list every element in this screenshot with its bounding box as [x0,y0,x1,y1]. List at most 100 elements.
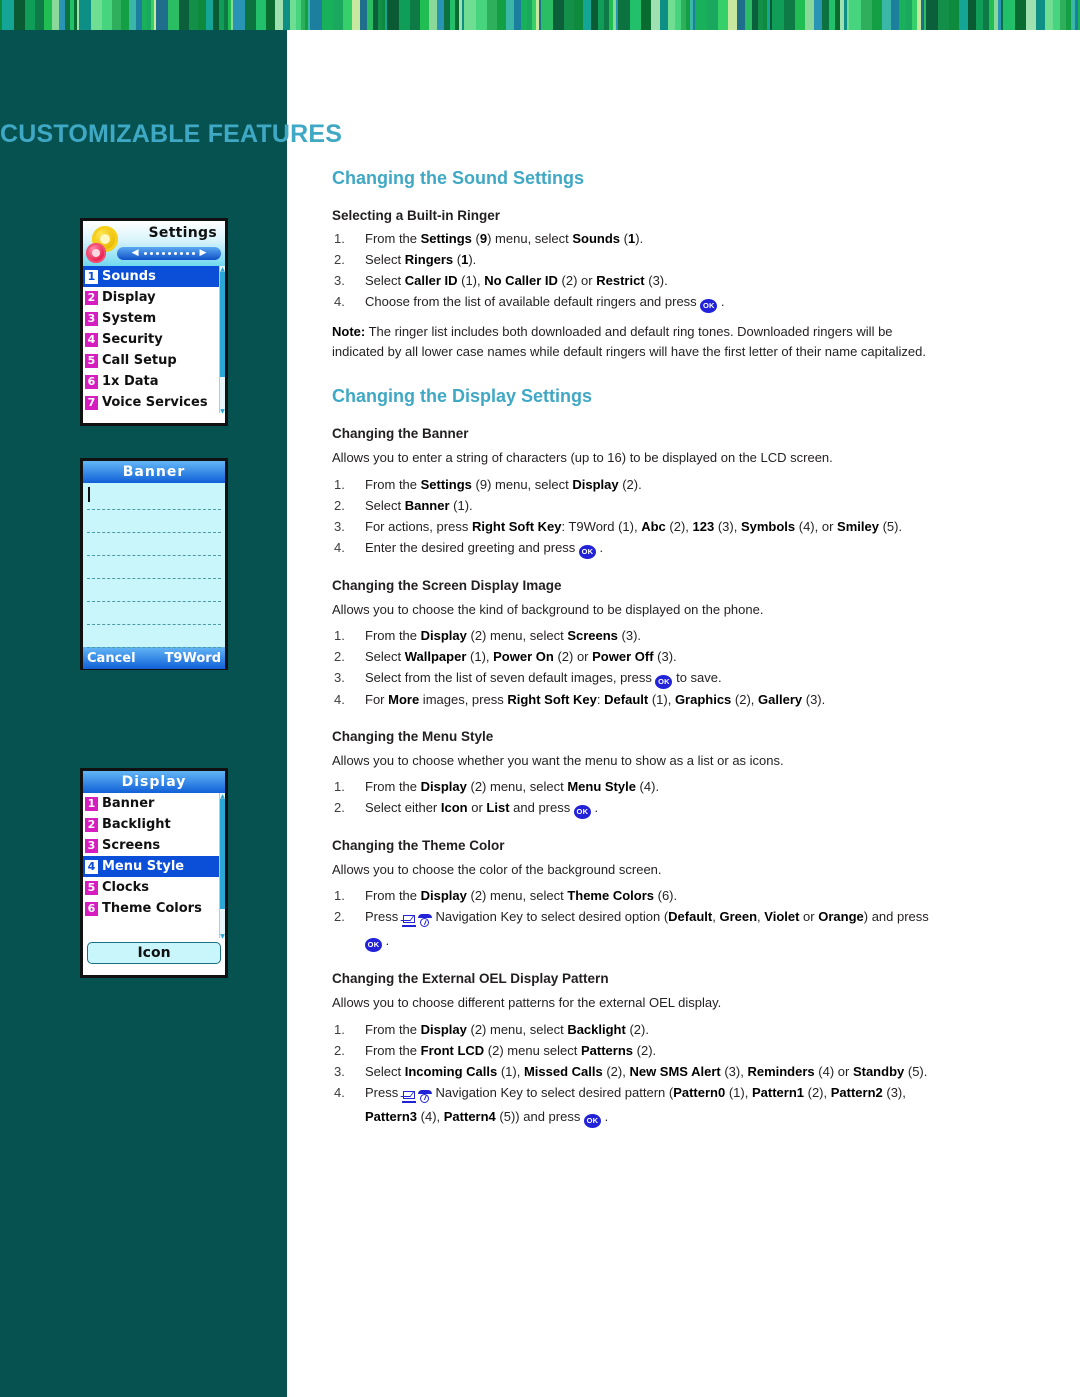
menu-item-1x-data[interactable]: 6 1x Data [83,371,225,392]
menu-item-screens[interactable]: 3 Screens [83,835,225,856]
settings-menu-list: 1 Sounds 2 Display 3 System 4 Security 5 Call Set… [83,266,225,415]
step-item: 1. From the Display (2) menu, select Menu… [332,776,932,797]
scrollbar[interactable]: ▲ ▼ [219,793,225,940]
step-item: 3. Select from the list of seven default … [332,667,932,689]
step-text: For actions, press Right Soft Key: T9Wor… [365,518,903,534]
step-item: 4. For More images, press Right Soft Key:… [332,689,932,710]
step-number: 2. [334,800,345,816]
stripe [44,0,52,30]
left-softkey-cancel[interactable]: Cancel [87,651,136,666]
step-text: From the Settings (9) menu, select Sound… [365,231,644,246]
step-number: 1. [334,888,345,904]
step-item: 1. From the Settings (9) menu, select Dis… [332,474,932,495]
right-softkey-t9word[interactable]: T9Word [165,651,221,666]
step-text: From the Display (2) menu, select Theme … [365,888,678,904]
step-item: 4. Press Navigation Key to select desired… [332,1082,932,1128]
step-text: From the Settings (9) menu, select Displ… [365,476,642,492]
stripe [35,0,44,30]
menu-item-number: 1 [85,796,98,811]
menu-item-backlight[interactable]: 2 Backlight [83,814,225,835]
menu-item-security[interactable]: 4 Security [83,329,225,350]
stripe [245,0,256,30]
stripe [102,0,112,30]
step-item: 1. From the Settings (9) menu, select Sou… [332,228,932,249]
menu-item-number: 4 [85,859,98,874]
chevron-right-icon: ▶ [199,248,207,258]
step-item: 2. Select Banner (1). [332,495,932,516]
stripe [553,0,564,30]
step-number: 2. [334,648,345,664]
stripe [189,0,198,30]
menu-item-number: 1 [85,269,98,284]
stripe [275,0,283,30]
stripe [805,0,814,30]
menu-item-number: 5 [85,880,98,895]
softkey-icon-button[interactable]: Icon [87,942,221,964]
menu-item-sounds[interactable]: 1 Sounds [83,266,225,287]
stripe [849,0,861,30]
display-screen-title: Display [83,771,225,793]
step-text: Choose from the list of available defaul… [365,294,725,314]
scrollbar-thumb[interactable] [220,272,225,377]
step-item: 1. From the Display (2) menu, select Scre… [332,625,932,646]
scrollbar-thumb[interactable] [220,799,225,909]
menu-item-clocks[interactable]: 5 Clocks [83,877,225,898]
scrollbar[interactable]: ▲ ▼ [219,266,225,415]
step-text: Select Banner (1). [365,497,473,513]
menu-item-banner[interactable]: 1 Banner [83,793,225,814]
menu-item-call-setup[interactable]: 5 Call Setup [83,350,225,371]
stripe [206,0,213,30]
stripe [976,0,983,30]
stripe [333,0,343,30]
step-number: 4. [334,691,345,707]
stripe [899,0,906,30]
stripe [283,0,290,30]
step-item: 2. Select either Icon or List and press O… [332,797,932,820]
subsection-heading: Changing the Theme Color [332,838,505,854]
stripe [784,0,795,30]
stripe [52,0,59,30]
display-menu-list: 1 Banner 2 Backlight 3 Screens 4 Menu Style 5 Clo… [83,793,225,940]
menu-item-voice-services[interactable]: 7 Voice Services [83,392,225,413]
subsection-heading: Changing the Screen Display Image [332,577,562,593]
stripe [583,0,591,30]
stripe [564,0,574,30]
menu-item-display[interactable]: 2 Display [83,287,225,308]
menu-item-label: Call Setup [102,353,177,368]
stripe [497,0,506,30]
stripe [707,0,718,30]
step-text: Select Wallpaper (1), Power On (2) or Po… [365,648,677,664]
step-item: 3. Select Caller ID (1), No Caller ID (2)… [332,270,932,291]
step-number: 4. [334,294,345,310]
banner-text-area[interactable] [83,483,225,648]
stripe [322,0,333,30]
menu-item-system[interactable]: 3 System [83,308,225,329]
stripe [1045,0,1053,30]
menu-item-number: 4 [85,332,98,347]
subsection-heading: Selecting a Built-in Ringer [332,208,501,223]
step-number: 3. [334,669,345,685]
menu-item-number: 6 [85,901,98,916]
menu-item-menu-style[interactable]: 4 Menu Style [83,856,225,877]
step-list: 1. From the Display (2) menu, select Them… [332,885,932,953]
banner-softkey-bar: Cancel T9Word [83,647,225,669]
stripe [437,0,444,30]
stripe [112,0,121,30]
step-item: 3. Select Incoming Calls (1), Missed Call… [332,1061,932,1082]
text-caret [88,487,90,502]
menu-item-label: Display [102,290,156,305]
menu-item-theme-colors[interactable]: 6 Theme Colors [83,898,225,919]
stripe [968,0,976,30]
step-number: 2. [334,252,345,268]
stripe [360,0,367,30]
menu-item-number: 6 [85,374,98,389]
step-item: 2. Select Ringers (1). [332,249,932,270]
step-list: 1. From the Display (2) menu, select Back… [332,1019,932,1128]
step-text: From the Display (2) menu, select Menu S… [365,779,660,795]
stripe [872,0,882,30]
stripe [476,0,487,30]
stripe [574,0,583,30]
